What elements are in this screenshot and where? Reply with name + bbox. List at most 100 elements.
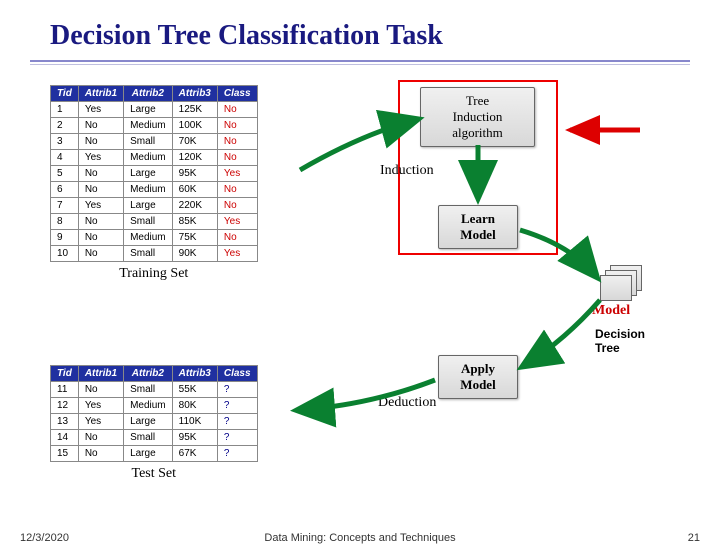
table-row: 8NoSmall85KYes: [51, 214, 258, 230]
table-row: 10NoSmall90KYes: [51, 246, 258, 262]
cell: 100K: [172, 118, 217, 134]
cell: Large: [124, 102, 173, 118]
model-label: Model: [592, 303, 630, 319]
test-table: Tid Attrib1 Attrib2 Attrib3 Class 11NoSm…: [50, 365, 258, 462]
table-row: 13YesLarge110K?: [51, 414, 258, 430]
training-set-label: Training Set: [50, 266, 258, 282]
deduction-label: Deduction: [378, 395, 436, 411]
cell: Small: [124, 382, 173, 398]
cell: No: [78, 118, 123, 134]
table-row: 9NoMedium75KNo: [51, 230, 258, 246]
apply-model-box: Apply Model: [438, 355, 518, 399]
cell: 75K: [172, 230, 217, 246]
cell: Yes: [217, 214, 257, 230]
cell: 80K: [172, 398, 217, 414]
cell: ?: [217, 414, 257, 430]
arrow-model-to-apply-icon: [525, 300, 600, 365]
test-set-label: Test Set: [50, 466, 258, 482]
cell: No: [78, 166, 123, 182]
cell: Yes: [78, 398, 123, 414]
cell: Yes: [78, 198, 123, 214]
cell: Medium: [124, 398, 173, 414]
cell: Medium: [124, 182, 173, 198]
cell: Small: [124, 246, 173, 262]
cell: 5: [51, 166, 79, 182]
cell: Large: [124, 198, 173, 214]
col-tid: Tid: [51, 366, 79, 382]
cell: No: [78, 134, 123, 150]
cell: Yes: [78, 414, 123, 430]
cell: Small: [124, 134, 173, 150]
col-attrib3: Attrib3: [172, 366, 217, 382]
table-row: 6NoMedium60KNo: [51, 182, 258, 198]
col-attrib2: Attrib2: [124, 366, 173, 382]
cell: 9: [51, 230, 79, 246]
cell: Yes: [78, 102, 123, 118]
cell: Medium: [124, 118, 173, 134]
cell: 95K: [172, 430, 217, 446]
cell: Large: [124, 166, 173, 182]
cell: 90K: [172, 246, 217, 262]
cell: No: [78, 214, 123, 230]
cell: 7: [51, 198, 79, 214]
cell: 3: [51, 134, 79, 150]
test-set-block: Tid Attrib1 Attrib2 Attrib3 Class 11NoSm…: [50, 365, 258, 482]
cell: No: [78, 182, 123, 198]
cell: Yes: [217, 246, 257, 262]
footer-date: 12/3/2020: [20, 532, 69, 544]
cell: Yes: [217, 166, 257, 182]
cell: Large: [124, 414, 173, 430]
cell: ?: [217, 446, 257, 462]
cell: No: [217, 230, 257, 246]
cell: Small: [124, 214, 173, 230]
col-attrib1: Attrib1: [78, 366, 123, 382]
cell: No: [217, 134, 257, 150]
table-row: 11NoSmall55K?: [51, 382, 258, 398]
col-attrib1: Attrib1: [78, 86, 123, 102]
cell: Yes: [78, 150, 123, 166]
cell: 6: [51, 182, 79, 198]
col-class: Class: [217, 86, 257, 102]
table-row: 3NoSmall70KNo: [51, 134, 258, 150]
cell: 67K: [172, 446, 217, 462]
divider-2: [30, 64, 690, 65]
learn-model-box: Learn Model: [438, 205, 518, 249]
diagram-content: Tid Attrib1 Attrib2 Attrib3 Class 1YesLa…: [0, 75, 720, 495]
cell: No: [78, 382, 123, 398]
cell: 4: [51, 150, 79, 166]
table-header-row: Tid Attrib1 Attrib2 Attrib3 Class: [51, 86, 258, 102]
cell: ?: [217, 382, 257, 398]
col-attrib3: Attrib3: [172, 86, 217, 102]
table-row: 7YesLarge220KNo: [51, 198, 258, 214]
cell: No: [78, 246, 123, 262]
cell: No: [78, 230, 123, 246]
cell: 10: [51, 246, 79, 262]
cell: No: [217, 102, 257, 118]
table-row: 15NoLarge67K?: [51, 446, 258, 462]
cell: 60K: [172, 182, 217, 198]
table-row: 1YesLarge125KNo: [51, 102, 258, 118]
cell: 15: [51, 446, 79, 462]
footer-page-number: 21: [688, 532, 700, 544]
cell: No: [217, 182, 257, 198]
cell: No: [217, 150, 257, 166]
cell: No: [78, 430, 123, 446]
table-row: 12YesMedium80K?: [51, 398, 258, 414]
cell: 95K: [172, 166, 217, 182]
footer-title: Data Mining: Concepts and Techniques: [264, 532, 455, 544]
cell: 1: [51, 102, 79, 118]
slide-title: Decision Tree Classification Task: [0, 0, 720, 60]
cell: No: [217, 198, 257, 214]
cell: ?: [217, 430, 257, 446]
cell: 120K: [172, 150, 217, 166]
cell: Large: [124, 446, 173, 462]
decision-tree-label: Decision Tree: [595, 327, 645, 355]
cell: 125K: [172, 102, 217, 118]
table-row: 2NoMedium100KNo: [51, 118, 258, 134]
table-row: 14NoSmall95K?: [51, 430, 258, 446]
cell: ?: [217, 398, 257, 414]
cell: 70K: [172, 134, 217, 150]
cell: 2: [51, 118, 79, 134]
col-tid: Tid: [51, 86, 79, 102]
cell: No: [217, 118, 257, 134]
